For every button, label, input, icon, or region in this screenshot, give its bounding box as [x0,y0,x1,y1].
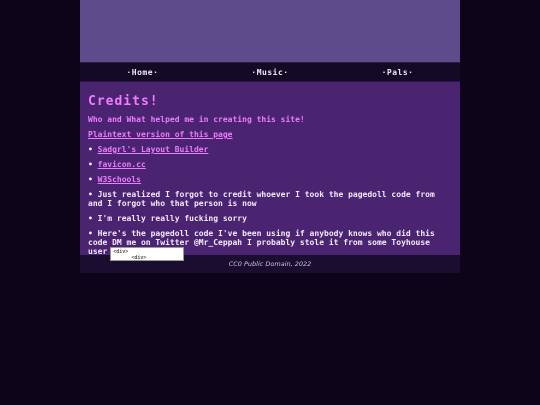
nav-bar: ·Home· ·Music· ·Pals· [80,62,460,81]
credit-item-w3schools: • W3Schools [88,175,452,184]
apology-note: • I'm really really fucking sorry [88,214,247,223]
favicon-cc-link[interactable]: favicon.cc [98,160,146,169]
header-banner [80,0,460,62]
credit-item-sadgrl: • Sadgrl's Layout Builder [88,145,452,154]
sadgrl-layout-builder-link[interactable]: Sadgrl's Layout Builder [98,145,209,154]
page-container: ·Home· ·Music· ·Pals· Credits! Who and W… [80,0,460,273]
bullet: • [88,145,98,154]
pagedoll-note: • Just realized I forgot to credit whoev… [88,190,435,208]
credit-item-favicon: • favicon.cc [88,160,452,169]
main-content: Credits! Who and What helped me in creat… [80,81,460,261]
nav-pals-link[interactable]: ·Pals· [382,68,414,77]
w3schools-link[interactable]: W3Schools [98,175,141,184]
plaintext-version-link[interactable]: Plaintext version of this page [88,130,452,139]
page-subtitle: Who and What helped me in creating this … [88,115,305,124]
code-textbox[interactable]: <div> <div> [110,247,185,261]
page-title: Credits! [88,94,159,109]
bullet: • [88,175,98,184]
nav-home-link[interactable]: ·Home· [126,68,158,77]
nav-music-link[interactable]: ·Music· [251,68,288,77]
bullet: • [88,160,98,169]
